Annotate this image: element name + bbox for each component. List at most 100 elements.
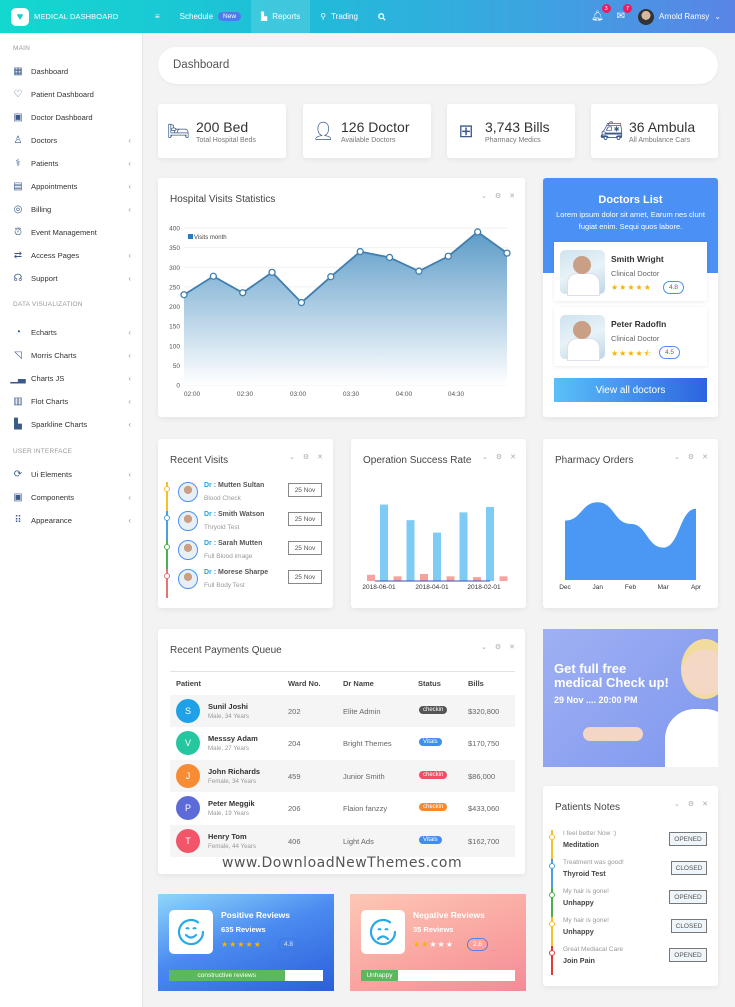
sidebar-item-doctors[interactable]: ♙ Doctors ‹ (0, 129, 143, 152)
bar-failed[interactable] (499, 576, 508, 581)
table-row[interactable]: S Sunil Joshi Male, 34 Years 202 Elite Admin… (170, 695, 515, 727)
sidebar-item-support[interactable]: ☊ Support ‹ (0, 267, 143, 290)
list-item[interactable]: Dr : Morese Sharpe Full Body Test 25 Nov (164, 569, 326, 598)
bar-success[interactable] (406, 520, 415, 581)
doctor-card[interactable]: Peter Radofln Clinical Doctor ★★★★⯪ 4.5 (554, 307, 707, 366)
sidebar-item-patients[interactable]: ⚕ Patients ‹ (0, 152, 143, 175)
bar-failed[interactable] (473, 577, 481, 581)
collapse-icon[interactable]: ⌄ (289, 453, 295, 461)
bar-success[interactable] (380, 504, 388, 581)
data-point[interactable] (209, 272, 218, 280)
x-tick-label: 02:30 (237, 391, 254, 398)
data-point[interactable] (473, 228, 482, 236)
sidebar-section-title: DATA VISUALIZATION (13, 301, 83, 308)
collapse-icon[interactable]: ⌄ (674, 800, 680, 808)
nav-trading[interactable]: ⚲ Trading (310, 0, 368, 33)
search-button[interactable] (368, 0, 396, 33)
data-point[interactable] (356, 247, 364, 256)
stat-card-ambulance: 🚑︎ 36 Ambula All Ambulance Cars (591, 104, 718, 158)
sidebar-item-access-pages[interactable]: ⇄ Access Pages ‹ (0, 244, 143, 267)
data-point[interactable] (385, 253, 394, 262)
brand[interactable]: ♥ MEDICAL DASHBOARD (0, 7, 145, 26)
list-item: Great Mediacal Care Join Pain OPENED (549, 946, 711, 975)
ward-number: 406 (288, 836, 301, 846)
close-icon[interactable]: ✕ (317, 453, 323, 461)
column-header[interactable]: Dr Name (343, 679, 374, 688)
sidebar-item-ui-elements[interactable]: ⟳ Ui Elements ‹ (0, 463, 143, 486)
bar-success[interactable] (459, 512, 468, 581)
sidebar-item-echarts[interactable]: ◔ Echarts ‹ (0, 321, 143, 344)
sidebar-toggle-button[interactable]: ≡ (145, 0, 170, 33)
note-status-button[interactable]: OPENED (669, 832, 707, 846)
list-item[interactable]: Dr : Smith Watson Thryoid Test 25 Nov (164, 511, 326, 540)
sidebar-item-appearance[interactable]: ⠿ Appearance ‹ (0, 509, 143, 532)
bar-failed[interactable] (446, 576, 455, 581)
note-status-button[interactable]: CLOSED (671, 919, 707, 933)
data-point[interactable] (180, 291, 188, 299)
bar-failed[interactable] (393, 576, 402, 581)
data-point[interactable] (327, 273, 335, 281)
sidebar-item-sparkline-charts[interactable]: ▙ Sparkline Charts ‹ (0, 413, 143, 436)
data-point[interactable] (415, 267, 423, 275)
data-point[interactable] (268, 268, 276, 277)
doctor-name: Junior Smith (343, 771, 385, 781)
table-row[interactable]: T Henry Tom Female, 44 Years 406 Light Ads Vi… (170, 824, 515, 857)
collapse-icon[interactable]: ⌄ (481, 643, 487, 651)
patient-avatar: V (176, 731, 200, 756)
doctor-icon: 👤︎ (312, 120, 335, 141)
sidebar-item-morris-charts[interactable]: ◹ Morris Charts ‹ (0, 344, 143, 367)
sidebar-item-components[interactable]: ▣ Components ‹ (0, 486, 143, 509)
gear-icon[interactable]: ⚙ (688, 800, 694, 808)
messages-button[interactable]: ✉ 7 (617, 4, 633, 22)
sidebar-item-patient-dashboard[interactable]: ♡ Patient Dashboard (0, 83, 143, 106)
close-icon[interactable]: ✕ (509, 643, 515, 651)
list-item[interactable]: Dr : Sarah Mutten Full Blood image 25 Nov (164, 540, 326, 569)
promo-banner[interactable]: Get full free medical Check up! 29 Nov ..… (543, 629, 718, 767)
column-header[interactable]: Ward No. (288, 679, 321, 688)
visit-date-button[interactable]: 25 Nov (288, 570, 322, 584)
bar-failed[interactable] (367, 574, 375, 581)
column-header[interactable]: Status (418, 679, 441, 688)
table-row[interactable]: V Messsy Adam Male, 27 Years 204 Bright Them… (170, 727, 515, 759)
bar-failed[interactable] (420, 573, 428, 581)
sidebar-item-appointments[interactable]: ▤ Appointments ‹ (0, 175, 143, 198)
sidebar-item-billing[interactable]: ◎ Billing ‹ (0, 198, 143, 221)
column-header[interactable]: Patient (176, 679, 201, 688)
sidebar-item-flot-charts[interactable]: ▥ Flot Charts ‹ (0, 390, 143, 413)
gear-icon[interactable]: ⚙ (495, 643, 501, 651)
view-all-doctors-button[interactable]: View all doctors (554, 378, 707, 402)
sitemap-icon: ⚲ (320, 12, 327, 21)
gear-icon[interactable]: ⚙ (303, 453, 309, 461)
sidebar-item-event-management[interactable]: ⏰︎ Event Management (0, 221, 143, 244)
bar-success[interactable] (486, 506, 494, 581)
column-header[interactable]: Bills (468, 679, 484, 688)
card-tools: ⌄ ⚙ ✕ (481, 643, 515, 651)
data-point[interactable] (444, 252, 452, 260)
visit-date-button[interactable]: 25 Nov (288, 512, 322, 526)
visit-date-button[interactable]: 25 Nov (288, 483, 322, 497)
close-icon[interactable]: ✕ (702, 800, 708, 808)
sidebar-item-label: Echarts (31, 328, 57, 337)
table-row[interactable]: P Peter Meggik Male, 19 Years 206 Flaion fan… (170, 792, 515, 824)
data-point[interactable] (297, 298, 306, 307)
sidebar-item-dashboard[interactable]: ▦ Dashboard (0, 60, 143, 83)
nav-schedule[interactable]: Schedule New (170, 0, 251, 33)
nav-reports[interactable]: ▙ Reports (251, 0, 311, 33)
note-status-button[interactable]: OPENED (669, 890, 707, 904)
note-status-button[interactable]: OPENED (669, 948, 707, 962)
doctor-card[interactable]: Smith Wright Clinical Doctor ★★★★★ 4.8 (554, 242, 707, 301)
table-row[interactable]: J John Richards Female, 34 Years 459 Junior … (170, 759, 515, 792)
new-badge: New (218, 12, 242, 21)
sidebar-item-doctor-dashboard[interactable]: ▣ Doctor Dashboard (0, 106, 143, 129)
bar-success[interactable] (433, 532, 441, 581)
data-point[interactable] (239, 289, 247, 297)
list-item[interactable]: Dr : Mutten Sultan Blood Check 25 Nov (164, 482, 326, 511)
notifications-button[interactable]: 🔔︎ 3 (591, 4, 611, 22)
sidebar-item-charts-js[interactable]: ▁▃ Charts JS ‹ (0, 367, 143, 390)
data-point[interactable] (503, 249, 511, 257)
visit-date-button[interactable]: 25 Nov (288, 541, 322, 555)
user-menu[interactable]: Arnold Ramsy ⌄ (638, 8, 721, 25)
note-status-button[interactable]: CLOSED (671, 861, 707, 875)
promo-date: 29 Nov .... 20:00 PM (554, 695, 638, 705)
hospital-visits-card: Hospital Visits Statistics ⌄ ⚙ ✕ 0 50 100 150… (158, 178, 525, 417)
